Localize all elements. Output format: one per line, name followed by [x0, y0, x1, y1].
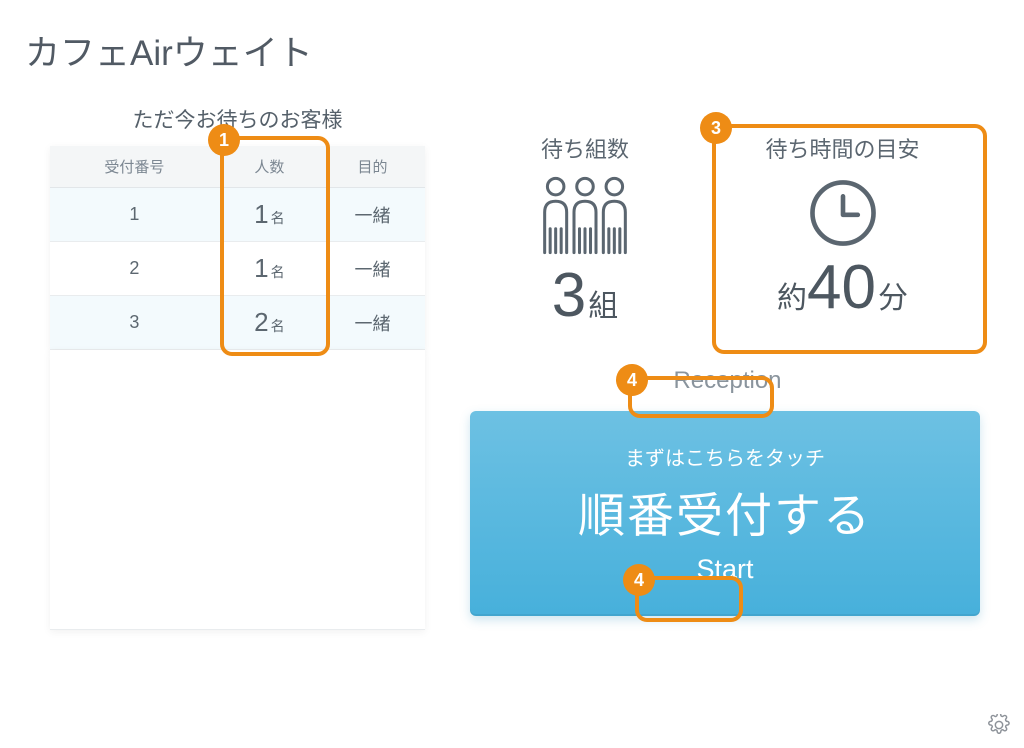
cell-ticket: 3: [50, 296, 219, 350]
clock-icon: [806, 176, 880, 250]
cell-count: 2名: [219, 296, 320, 350]
col-ticket: 受付番号: [50, 146, 219, 188]
table-row: 2 1名 一緒: [50, 242, 425, 296]
cell-purpose: 一緒: [320, 188, 425, 242]
gear-icon[interactable]: [988, 714, 1010, 736]
cell-count: 1名: [219, 188, 320, 242]
groups-label: 待ち組数: [470, 132, 700, 164]
start-subtitle: まずはこちらをタッチ: [625, 442, 825, 471]
cell-purpose: 一緒: [320, 296, 425, 350]
start-main-label: 順番受付する: [578, 477, 872, 546]
cell-ticket: 2: [50, 242, 219, 296]
table-empty-space: [50, 350, 425, 630]
waiting-list-heading: ただ今お待ちのお客様: [50, 104, 425, 134]
table-row: 3 2名 一緒: [50, 296, 425, 350]
waiting-groups-box: 待ち組数 3組: [470, 132, 700, 331]
groups-value: 3組: [470, 260, 700, 331]
summary-panel: 待ち組数 3組 待ち時間の目安 約: [470, 132, 985, 616]
cell-count: 1名: [219, 242, 320, 296]
cell-purpose: 一緒: [320, 242, 425, 296]
time-value: 約40分: [700, 252, 985, 323]
cell-ticket: 1: [50, 188, 219, 242]
waiting-table: 受付番号 人数 目的 1 1名 一緒 2 1名 一緒 3 2名 一緒: [50, 146, 425, 350]
reception-heading: Reception: [470, 367, 985, 395]
start-reception-button[interactable]: まずはこちらをタッチ 順番受付する Start: [470, 411, 980, 616]
col-count: 人数: [219, 146, 320, 188]
start-english-label: Start: [696, 554, 753, 585]
page-title: カフェAirウェイト: [25, 25, 313, 76]
table-row: 1 1名 一緒: [50, 188, 425, 242]
wait-time-box: 待ち時間の目安 約40分: [700, 132, 985, 331]
col-purpose: 目的: [320, 146, 425, 188]
waiting-list-panel: ただ今お待ちのお客様 受付番号 人数 目的 1 1名 一緒 2 1名 一緒 3 …: [50, 104, 425, 630]
people-icon: [530, 172, 640, 258]
time-label: 待ち時間の目安: [700, 132, 985, 164]
